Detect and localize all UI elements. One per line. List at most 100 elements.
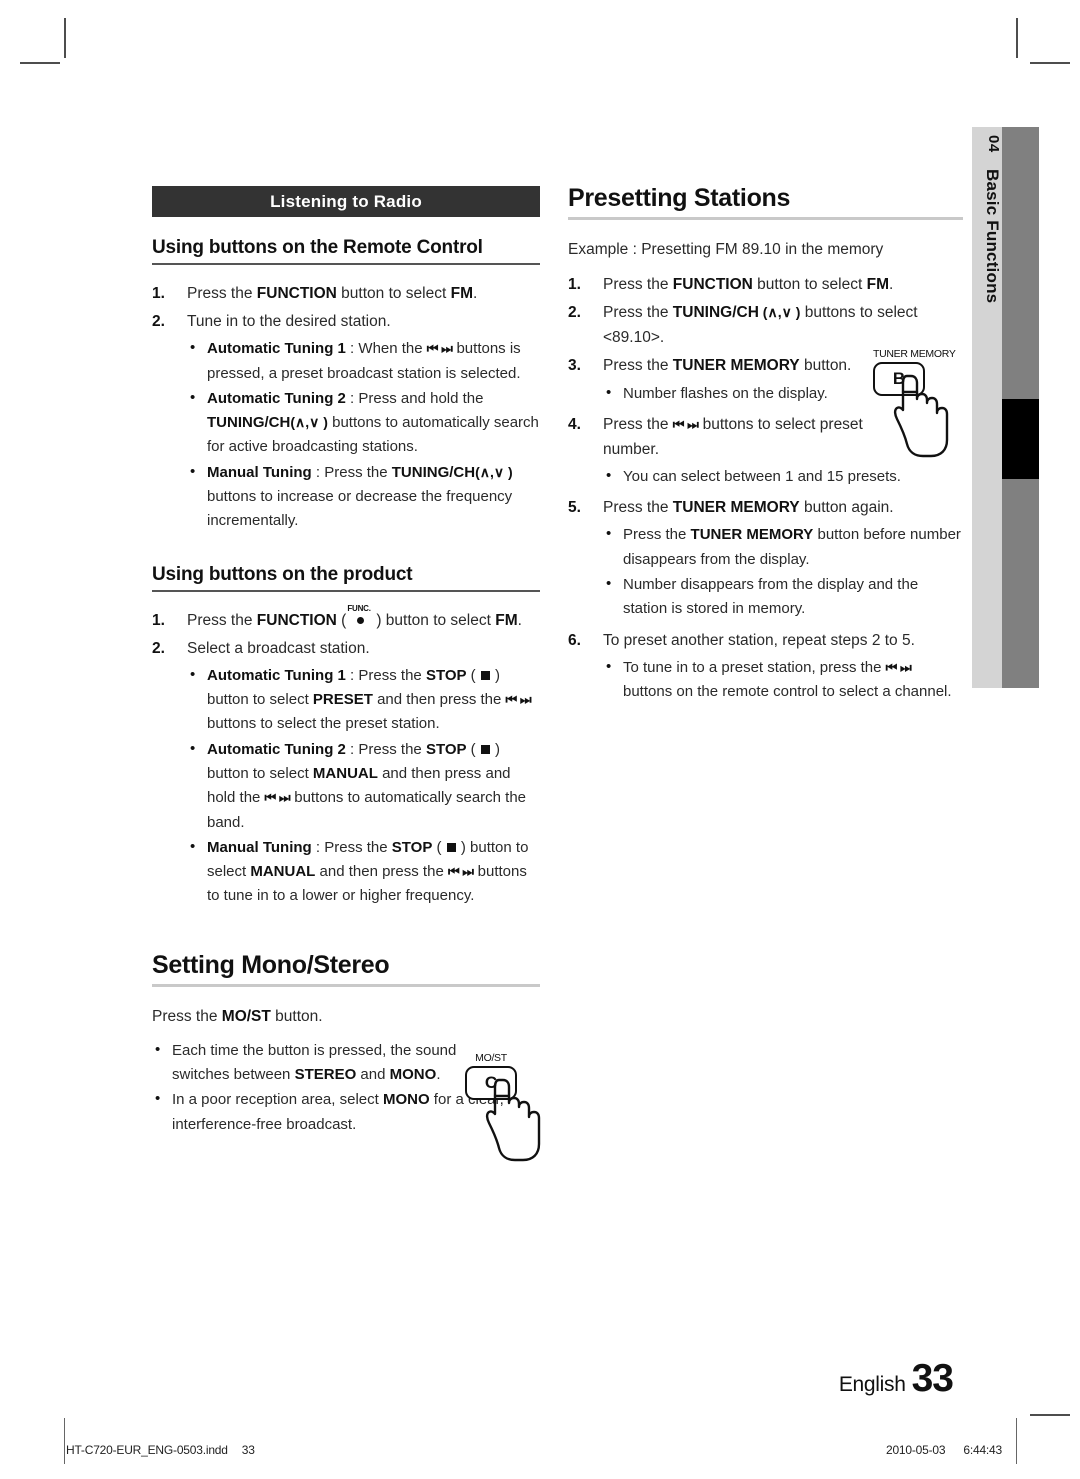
step-preset-2: 2. Press the TUNING/CH (∧,∨ ) buttons to…	[568, 300, 963, 350]
bullet-text-b: buttons to increase or decrease the freq…	[207, 488, 513, 530]
tuner-memory-button-illustration: TUNER MEMORY B	[873, 348, 956, 458]
paren-close: )	[376, 611, 386, 629]
keyword-stop: STOP	[425, 740, 467, 758]
heading-product-buttons: Using buttons on the product	[152, 563, 413, 585]
stop-icon-wrap: ( )	[432, 838, 466, 856]
step-number: 5.	[568, 499, 581, 517]
bullet-text-d: buttons to select the preset station.	[207, 715, 440, 733]
bullet-tune-preset-station: To tune in to a preset station, press th…	[603, 655, 963, 705]
stop-icon-wrap: ( )	[466, 666, 501, 684]
language-label: English	[838, 1373, 906, 1396]
mono-intro-a: Press the	[152, 1007, 222, 1025]
keyword-tuning-ch: TUNING/CH	[207, 414, 291, 432]
keyword-tuner-memory: TUNER MEMORY	[672, 357, 800, 375]
step-text-a: Press the	[603, 276, 673, 294]
function-icon-dot	[357, 616, 365, 624]
step-text-c: .	[473, 285, 478, 302]
keyword-tuning-ch: TUNING/CH	[391, 463, 476, 481]
side-tab-current-marker	[1002, 399, 1039, 479]
crop-mark-top-right-vertical	[1016, 18, 1018, 58]
remote-bullets: Automatic Tuning 1 : When the ⏮ ⏭ button…	[187, 336, 540, 534]
step-preset-6: 6. To preset another station, repeat ste…	[568, 628, 963, 653]
imprint-filename: HT-C720-EUR_ENG-0503.indd 33	[66, 1443, 255, 1457]
section-title-bar: Listening to Radio	[152, 186, 540, 217]
step-preset-4: 4. Press the ⏮ ⏭ buttons to select prese…	[568, 412, 903, 462]
track-skip-icon: ⏮ ⏭	[505, 692, 532, 708]
up-down-caret-icon: (∧,∨ )	[290, 414, 328, 431]
bullet-text-b: button to select	[207, 765, 313, 782]
step-text-a: Press the	[603, 357, 673, 375]
bullet-sep: :	[311, 838, 325, 856]
chapter-side-tab: 04 Basic Functions	[972, 127, 1065, 688]
step-text-a: Press the	[603, 304, 673, 322]
bullet-auto-tuning-1: Automatic Tuning 1 : When the ⏮ ⏭ button…	[187, 336, 540, 386]
bullet-mono-toggle: Each time the button is pressed, the sou…	[152, 1038, 472, 1088]
left-column: Listening to Radio Using buttons on the …	[152, 186, 540, 1138]
step-6-sub-bullets: To tune in to a preset station, press th…	[603, 655, 963, 705]
chapter-label: Basic Functions	[983, 168, 1002, 303]
bullet-text-c: and then press the	[315, 863, 448, 881]
page-number-block: English 33	[838, 1357, 954, 1401]
imprint-timestamp: 2010-05-03 6:44:43	[886, 1443, 1002, 1457]
step-remote-2: 2. Tune in to the desired station.	[152, 309, 540, 334]
step-text-c: .	[889, 276, 894, 294]
indd-page-number: 33	[241, 1443, 255, 1457]
stop-square-icon	[446, 842, 456, 852]
keyword-function: FUNCTION	[672, 276, 753, 294]
page-number: 33	[911, 1357, 954, 1400]
crop-mark-bottom-right-vertical	[1016, 1418, 1017, 1464]
step-number: 3.	[568, 357, 581, 375]
bullet-sep: :	[311, 463, 325, 481]
keyword-fm: FM	[495, 611, 518, 629]
track-skip-icon: ⏮ ⏭	[885, 659, 912, 675]
most-button-illustration: MO/ST C	[465, 1052, 541, 1162]
bullet-stored-in-memory: Number disappears from the display and t…	[603, 572, 963, 622]
step-text-b: button to select	[336, 285, 451, 302]
keyword-manual: MANUAL	[250, 863, 316, 881]
step-text-b: button to select	[752, 276, 867, 294]
step-number: 2.	[152, 639, 165, 657]
crop-mark-top-left-vertical	[64, 18, 66, 58]
crop-mark-top-right-horizontal	[1030, 62, 1070, 64]
bullet-manual-tuning: Manual Tuning : Press the STOP ( ) butto…	[187, 835, 540, 909]
paren-open: (	[336, 611, 347, 629]
presetting-example-line: Example : Presetting FM 89.10 in the mem…	[568, 241, 884, 258]
bullet-auto-tuning-1: Automatic Tuning 1 : Press the STOP ( ) …	[187, 663, 540, 737]
heading-setting-mono-stereo: Setting Mono/Stereo	[152, 950, 390, 979]
bullet-label: Automatic Tuning 2	[207, 389, 346, 407]
step-product-2: 2. Select a broadcast station.	[152, 636, 540, 661]
heading-remote-control: Using buttons on the Remote Control	[152, 237, 483, 258]
step-4-sub-bullets: You can select between 1 and 15 presets.	[603, 464, 963, 489]
bullet-text-a: In a poor reception area, select	[172, 1091, 383, 1109]
bullet-auto-tuning-2: Automatic Tuning 2 : Press the STOP ( ) …	[187, 737, 540, 835]
step-number: 4.	[568, 415, 581, 433]
bullet-sep: :	[345, 666, 359, 684]
keyword-function: FUNCTION	[256, 285, 337, 302]
bullet-manual-tuning: Manual Tuning : Press the TUNING/CH(∧,∨ …	[187, 460, 540, 534]
product-bullets: Automatic Tuning 1 : Press the STOP ( ) …	[187, 663, 540, 909]
keyword-manual: MANUAL	[312, 765, 378, 782]
step-text-b: button.	[799, 357, 852, 375]
tuner-memory-button-caption: TUNER MEMORY	[873, 348, 956, 360]
function-button-icon: FUNC.	[346, 604, 376, 628]
heading-product-buttons-rule	[152, 589, 540, 592]
crop-mark-top-left-horizontal	[20, 62, 60, 64]
bullet-text-a: Press the	[623, 526, 691, 544]
stop-square-icon	[480, 670, 490, 680]
mono-intro-line: Press the MO/ST button.	[152, 1004, 452, 1029]
track-skip-icon: ⏮ ⏭	[264, 790, 291, 806]
step-product-1: 1. Press the FUNCTION (FUNC.) button to …	[152, 604, 540, 633]
keyword-stop: STOP	[425, 666, 467, 684]
keyword-fm: FM	[866, 276, 889, 294]
heading-setting-mono-stereo-rule	[152, 983, 540, 987]
bullet-auto-tuning-2: Automatic Tuning 2 : Press and hold the …	[187, 386, 540, 460]
step-text-a: Press the	[187, 285, 257, 302]
print-date: 2010-05-03	[885, 1443, 946, 1457]
step-number: 6.	[568, 631, 581, 649]
step-number: 1.	[152, 285, 165, 302]
heading-remote-control-rule	[152, 263, 540, 265]
bullet-sep: :	[345, 340, 359, 358]
step-preset-5: 5. Press the TUNER MEMORY button again.	[568, 495, 963, 520]
keyword-function: FUNCTION	[256, 611, 337, 629]
step-text: Select a broadcast station.	[187, 639, 370, 657]
